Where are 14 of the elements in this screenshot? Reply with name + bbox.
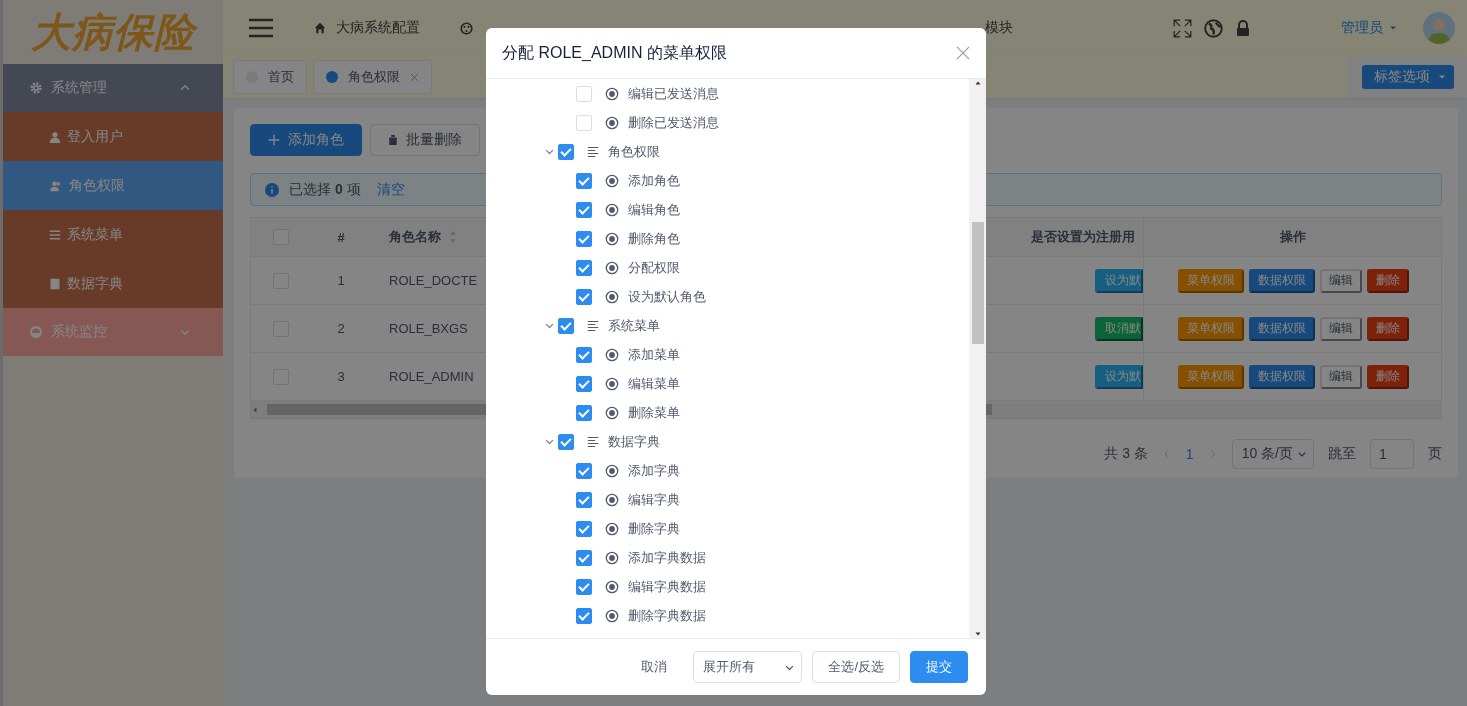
table-cell: ROLE_BXGS <box>389 321 468 336</box>
column-header: 操作 <box>1143 218 1442 257</box>
page-label: 页 <box>1428 445 1442 463</box>
column-header: # <box>311 218 371 257</box>
table-cell: 2 <box>337 321 345 336</box>
jump-label: 跳至 <box>1328 445 1356 463</box>
table-cell: ROLE_DOCTE <box>389 273 478 288</box>
table-cell: ROLE_ADMIN <box>389 369 474 384</box>
column-header: 是否设置为注册用 <box>1031 228 1135 246</box>
table-cell: 1 <box>337 273 345 288</box>
table-cell: 3 <box>337 369 345 384</box>
dialog-title: 分配 ROLE_ADMIN 的菜单权限 <box>502 42 728 63</box>
total-count: 共 3 条 <box>1104 445 1148 463</box>
selection-text: 已选择 0 项 <box>289 180 361 199</box>
